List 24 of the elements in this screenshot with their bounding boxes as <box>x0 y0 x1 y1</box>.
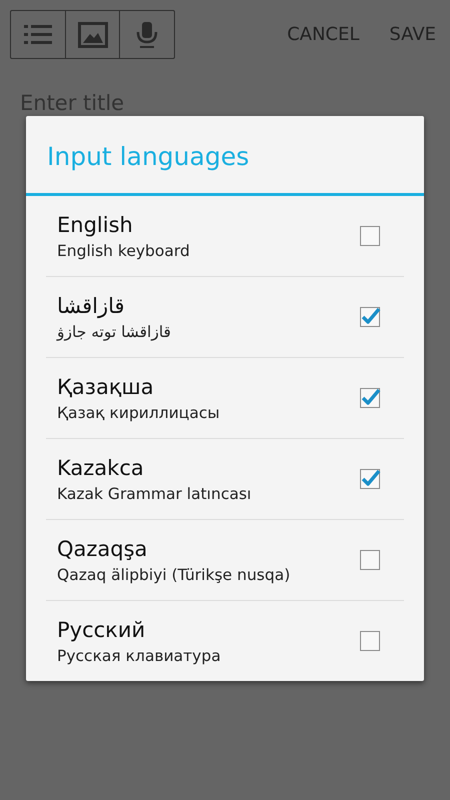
checkbox[interactable] <box>360 307 380 327</box>
microphone-icon <box>136 20 158 48</box>
dialog-title: Input languages <box>26 116 424 196</box>
action-button[interactable]: CANCEL <box>287 24 360 45</box>
action-button[interactable]: SAVE <box>389 24 436 45</box>
language-name: English <box>57 212 133 236</box>
checkbox[interactable] <box>360 469 380 489</box>
language-subtitle: Qazaq älipbiyi (Türikşe nusqa) <box>57 566 290 584</box>
language-subtitle: Русская клавиатура <box>57 646 221 664</box>
language-name: قازاقشا <box>57 294 125 318</box>
language-subtitle: Қазақ кириллицасы <box>57 404 220 422</box>
language-name: Qazaqşa <box>57 536 148 560</box>
checkbox[interactable] <box>360 388 380 408</box>
language-subtitle: قازاقشا توته جازۋ <box>57 322 171 340</box>
language-subtitle: Kazak Grammar latıncası <box>57 484 252 502</box>
list-icon <box>24 22 52 46</box>
checkbox[interactable] <box>360 226 380 246</box>
checkbox[interactable] <box>360 550 380 570</box>
language-subtitle: English keyboard <box>57 242 190 260</box>
image-icon <box>78 22 108 48</box>
checkbox[interactable] <box>360 631 380 651</box>
language-name: Русский <box>57 618 146 642</box>
language-name: Kazakca <box>57 456 144 480</box>
language-name: Қазақша <box>57 374 154 398</box>
